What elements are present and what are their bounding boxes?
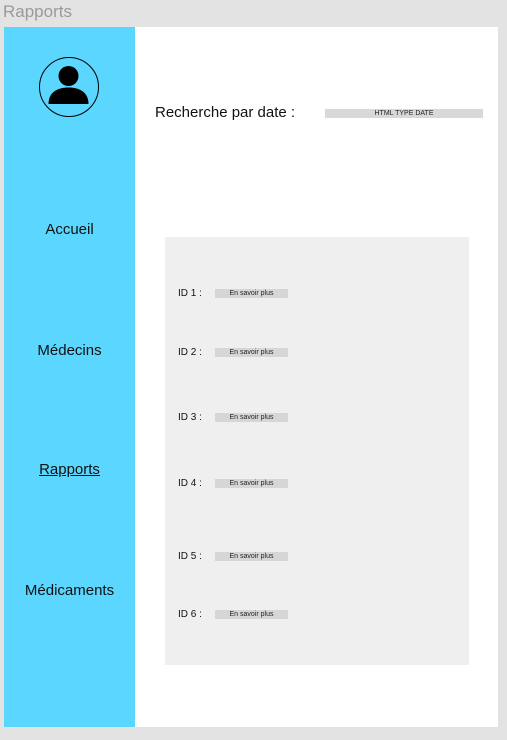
- result-id-label: ID 2 :: [178, 347, 202, 358]
- sidebar: Accueil Médecins Rapports Médicaments: [4, 27, 135, 727]
- result-id-label: ID 5 :: [178, 551, 202, 562]
- sidebar-item-medecins[interactable]: Médecins: [4, 342, 135, 359]
- window-title: Rapports: [3, 2, 72, 21]
- result-id-label: ID 6 :: [178, 609, 202, 620]
- result-id-label: ID 4 :: [178, 478, 202, 489]
- more-info-button[interactable]: En savoir plus: [215, 348, 288, 357]
- search-date-input[interactable]: [325, 109, 483, 118]
- result-id-label: ID 3 :: [178, 412, 202, 423]
- more-info-button[interactable]: En savoir plus: [215, 610, 288, 619]
- sidebar-item-medicaments[interactable]: Médicaments: [4, 582, 135, 599]
- sidebar-item-rapports[interactable]: Rapports: [4, 461, 135, 478]
- results-panel: ID 1 : En savoir plus ID 2 : En savoir p…: [165, 237, 469, 665]
- more-info-button[interactable]: En savoir plus: [215, 289, 288, 298]
- more-info-button[interactable]: En savoir plus: [215, 479, 288, 488]
- sidebar-item-accueil[interactable]: Accueil: [4, 221, 135, 238]
- app-frame: Accueil Médecins Rapports Médicaments Re…: [4, 27, 498, 727]
- result-id-label: ID 1 :: [178, 288, 202, 299]
- more-info-button[interactable]: En savoir plus: [215, 552, 288, 561]
- user-icon[interactable]: [39, 57, 99, 117]
- search-date-label: Recherche par date :: [155, 104, 296, 121]
- more-info-button[interactable]: En savoir plus: [215, 413, 288, 422]
